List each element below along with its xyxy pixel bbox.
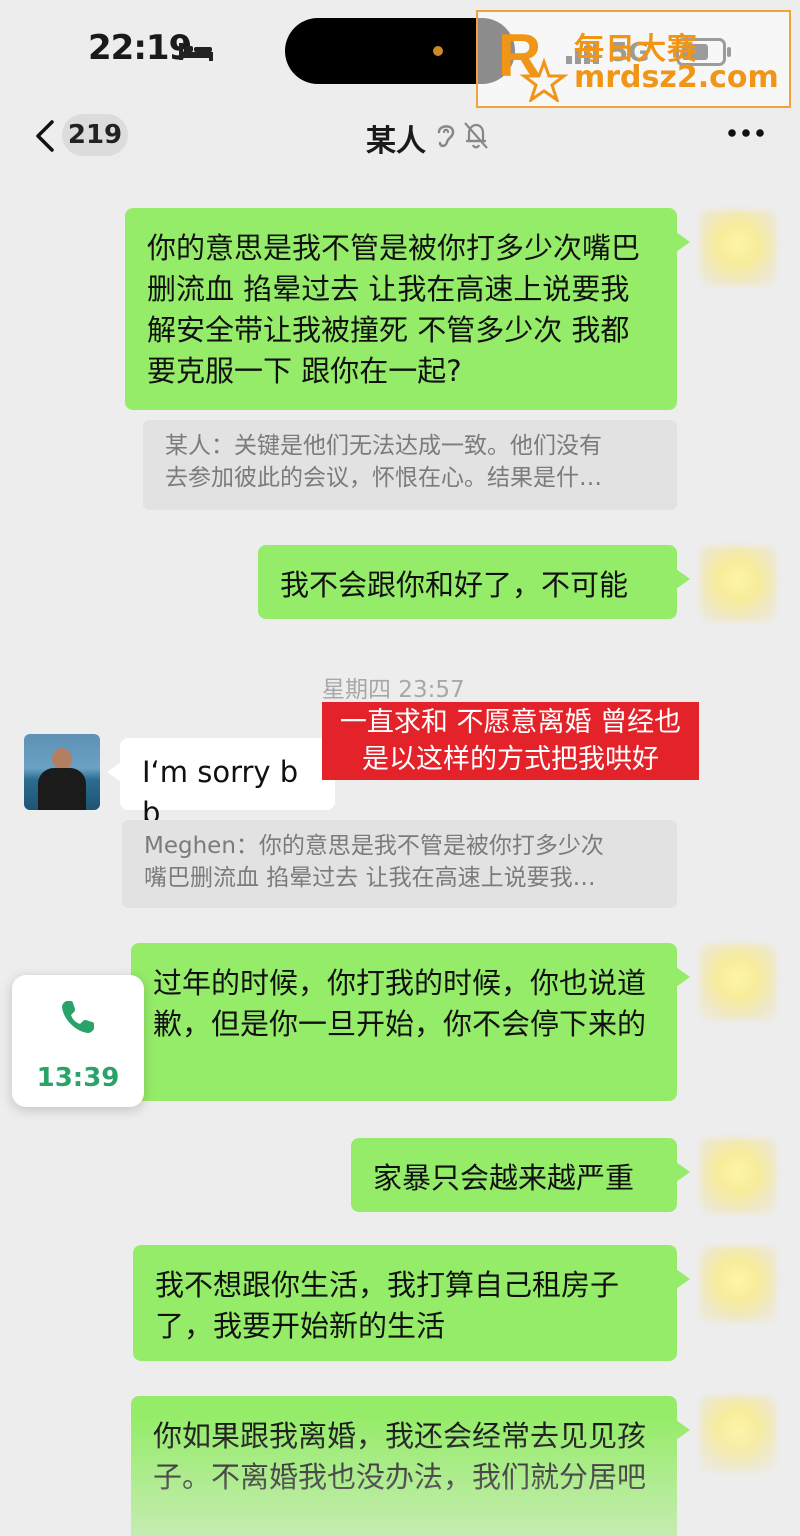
message-bubble[interactable]: 家暴只会越来越严重 bbox=[351, 1138, 690, 1212]
quote-line: 去参加彼此的会议，怀恨在心。结果是什… bbox=[165, 465, 602, 491]
bed-icon bbox=[179, 43, 213, 61]
status-time: 22:19 bbox=[88, 28, 192, 68]
quoted-message[interactable]: 某人：关键是他们无法达成一致。他们没有 去参加彼此的会议，怀恨在心。结果是什… bbox=[143, 420, 677, 510]
ear-icon bbox=[437, 125, 455, 148]
quote-line: Meghen：你的意思是我不管是被你打多少次 bbox=[144, 833, 604, 859]
call-card[interactable]: 13:39 bbox=[12, 975, 144, 1107]
watermark-url: mrdsz2.com bbox=[574, 60, 779, 95]
svg-text:R: R bbox=[498, 22, 541, 89]
message-bubble[interactable]: 我不会跟你和好了，不可能 bbox=[258, 545, 690, 619]
self-avatar[interactable] bbox=[700, 1138, 776, 1214]
caption-line: 一直求和 不愿意离婚 曾经也 bbox=[339, 707, 682, 738]
phone-icon bbox=[62, 1001, 94, 1033]
caption-overlay: 一直求和 不愿意离婚 曾经也 是以这样的方式把我哄好 bbox=[322, 702, 699, 780]
unread-count-badge[interactable]: 219 bbox=[62, 114, 128, 156]
mute-bell-icon bbox=[464, 122, 488, 149]
contact-avatar[interactable] bbox=[24, 734, 100, 810]
call-duration: 13:39 bbox=[36, 1063, 120, 1093]
caption-line: 是以这样的方式把我哄好 bbox=[362, 744, 659, 775]
self-avatar[interactable] bbox=[700, 944, 776, 1020]
quote-line: 某人：关键是他们无法达成一致。他们没有 bbox=[165, 433, 602, 459]
quote-line: 嘴巴删流血 掐晕过去 让我在高速上说要我… bbox=[144, 865, 596, 891]
watermark-logo: R bbox=[498, 22, 569, 102]
self-avatar[interactable] bbox=[700, 210, 776, 286]
camera-dot bbox=[433, 46, 443, 56]
chat-title: 某人 bbox=[366, 124, 426, 159]
message-bubble[interactable]: 你如果跟我离婚，我还会经常去见见孩子。不离婚我也没办法，我们就分居吧 bbox=[131, 1396, 690, 1536]
more-icon[interactable] bbox=[724, 118, 768, 148]
message-bubble[interactable]: 你的意思是我不管是被你打多少次嘴巴删流血 掐晕过去 让我在高速上说要我解安全带让… bbox=[125, 208, 690, 410]
self-avatar[interactable] bbox=[700, 1246, 776, 1322]
message-bubble-incoming[interactable]: I‘m sorry bb bbox=[107, 738, 335, 830]
watermark: R 每日大赛 mrdsz2.com bbox=[476, 10, 791, 108]
message-timestamp: 星期四 23:57 bbox=[322, 677, 465, 703]
message-bubble[interactable]: 我不想跟你生活，我打算自己租房子了，我要开始新的生活 bbox=[133, 1245, 690, 1361]
self-avatar[interactable] bbox=[700, 546, 776, 622]
quoted-message[interactable]: Meghen：你的意思是我不管是被你打多少次 嘴巴删流血 掐晕过去 让我在高速上… bbox=[122, 820, 677, 908]
message-bubble[interactable]: 过年的时候，你打我的时候，你也说道歉，但是你一旦开始，你不会停下来的 bbox=[131, 943, 690, 1101]
self-avatar[interactable] bbox=[700, 1396, 776, 1472]
